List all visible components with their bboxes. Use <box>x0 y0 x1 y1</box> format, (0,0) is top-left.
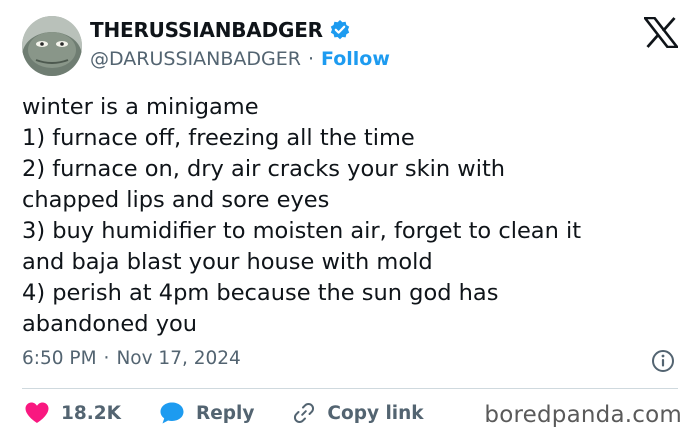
tweet-line: 2) furnace on, dry air cracks your skin … <box>22 156 506 182</box>
copy-link-label: Copy link <box>327 402 424 424</box>
display-name[interactable]: THERUSSIANBADGER <box>90 18 323 42</box>
speech-bubble-icon <box>159 401 185 425</box>
tweet-line: winter is a minigame <box>22 94 259 120</box>
tweet-date: Nov 17, 2024 <box>116 348 241 369</box>
tweet-line: abandoned you <box>22 311 198 337</box>
link-icon <box>292 401 316 425</box>
tweet-time: 6:50 PM <box>22 348 97 369</box>
tweet-line: 4) perish at 4pm because the sun god has <box>22 280 499 306</box>
handle-separator: · <box>307 48 314 70</box>
author-name-row: THERUSSIANBADGER <box>90 18 351 42</box>
heart-icon <box>24 401 50 425</box>
divider <box>22 388 678 389</box>
tweet-line: 3) buy humidifier to moisten air, forget… <box>22 218 582 244</box>
tweet-line: and baja blast your house with mold <box>22 249 433 275</box>
handle-row: @DARUSSIANBADGER · Follow <box>90 48 390 70</box>
verified-badge-icon <box>329 19 351 41</box>
avatar[interactable] <box>22 16 82 76</box>
tweet-line: chapped lips and sore eyes <box>22 187 330 213</box>
timestamp-separator: · <box>103 348 110 369</box>
watermark: boredpanda.com <box>484 402 682 428</box>
reply-button[interactable]: Reply <box>159 401 254 425</box>
like-count: 18.2K <box>61 402 121 424</box>
reply-label: Reply <box>195 402 255 424</box>
copy-link-button[interactable]: Copy link <box>292 401 424 425</box>
handle[interactable]: @DARUSSIANBADGER <box>90 48 301 70</box>
action-bar: 18.2K Reply Copy link <box>24 400 462 426</box>
x-logo-icon[interactable] <box>642 16 680 49</box>
follow-button[interactable]: Follow <box>321 48 390 70</box>
like-button[interactable]: 18.2K <box>24 401 121 425</box>
tweet-text: winter is a minigame 1) furnace off, fre… <box>22 92 682 340</box>
info-icon[interactable] <box>651 349 675 373</box>
timestamp[interactable]: 6:50 PM · Nov 17, 2024 <box>22 348 241 369</box>
tweet-line: 1) furnace off, freezing all the time <box>22 125 415 151</box>
